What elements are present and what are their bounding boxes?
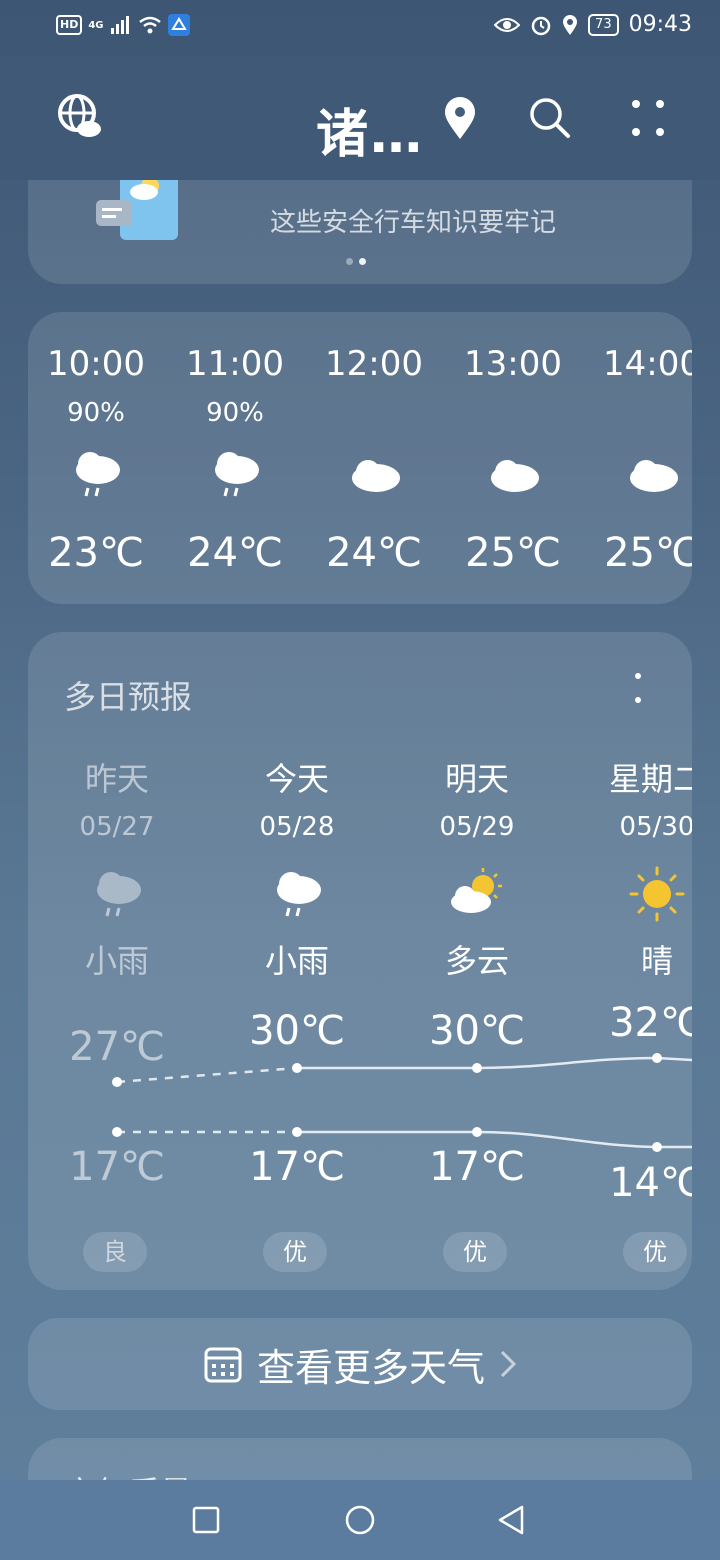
phone-tip-illustration [96,172,204,240]
day-condition: 晴 [640,942,673,980]
chevron-right-icon [500,1350,517,1378]
wifi-icon [138,16,161,34]
hourly-time: 10:00 [47,344,145,384]
clock: 09:43 [628,12,692,37]
rain-cloud-icon [277,872,321,917]
carousel-dot-active [359,258,366,265]
day-high-temp: 27℃ [69,1024,165,1070]
status-left: HD 4G [56,14,190,36]
eye-icon [494,17,521,32]
location-icon [563,14,578,35]
more-weather-label: 查看更多天气 [256,1345,485,1390]
rain-cloud-icon [97,872,141,917]
hourly-precip: 90% [67,398,125,428]
day-low-temp: 17℃ [69,1144,165,1190]
hourly-temp: 25℃ [465,530,561,576]
back-icon[interactable] [496,1504,526,1536]
aqi-badge: 优 [443,1232,507,1272]
location-pin-icon[interactable] [440,96,480,142]
app-header: 诸… [0,70,720,180]
partly-cloudy-icon [451,868,502,913]
multi-day-forecast-card[interactable]: 多日预报 昨天 05/27 小雨 27℃ 17℃ 良 今天 05/28 小雨 3… [28,632,692,1290]
hourly-forecast-card[interactable]: 10:00 90% 23℃ 11:00 90% 24℃ 12:00 24℃ 13… [28,312,692,604]
cloud-icon [352,460,400,492]
calendar-icon [204,1347,242,1383]
day-date: 05/27 [79,812,155,842]
system-navigation-bar [0,1480,720,1560]
day-date: 05/28 [259,812,335,842]
carousel-dot [346,258,353,265]
hourly-temp: 23℃ [48,530,144,576]
day-name: 明天 [444,760,509,798]
more-menu-icon[interactable] [626,96,670,140]
day-date: 05/29 [439,812,515,842]
rain-cloud-icon [76,452,120,497]
day-name: 昨天 [84,760,149,798]
signal-icon [110,16,129,34]
hd-badge: HD [56,15,83,35]
hourly-temp: 25℃ [604,530,692,576]
recent-apps-icon[interactable] [192,1506,220,1534]
hourly-time: 14:00 [603,344,692,384]
day-high-temp: 30℃ [429,1008,525,1054]
aqi-badge: 良 [83,1232,147,1272]
day-high-temp: 32℃ [609,1000,692,1046]
day-condition: 多云 [444,942,509,980]
rain-cloud-icon [215,452,259,497]
carousel-dots [346,258,366,265]
battery-indicator: 73 [588,13,619,36]
aqi-badge: 优 [623,1232,687,1272]
day-condition: 小雨 [84,942,149,980]
hourly-precip: 90% [206,398,264,428]
banner-subtitle[interactable]: 这些安全行车知识要牢记 [270,202,556,239]
home-icon[interactable] [344,1504,376,1536]
network-label: 4G [88,19,104,31]
day-name: 星期二 [608,760,692,798]
day-name: 今天 [264,760,329,798]
day-date: 05/30 [619,812,692,842]
hourly-time: 13:00 [464,344,562,384]
air-quality-title: 空气质量 [64,1468,192,1480]
day-condition: 小雨 [264,942,329,980]
status-right: 73 09:43 [494,12,692,37]
status-bar: HD 4G 73 09:43 [0,0,720,56]
hourly-temp: 24℃ [326,530,422,576]
sun-icon [629,866,685,922]
city-title[interactable]: 诸… [316,92,424,167]
day-low-temp: 17℃ [249,1144,345,1190]
aqi-badge: 优 [263,1232,327,1272]
hourly-time: 11:00 [186,344,284,384]
day-low-temp: 14℃ [609,1160,692,1206]
more-weather-button[interactable]: 查看更多天气 [28,1318,692,1410]
city-manage-icon[interactable] [56,92,104,140]
cloud-icon [630,460,678,492]
search-icon[interactable] [526,94,574,142]
day-low-temp: 17℃ [429,1144,525,1190]
alarm-icon [531,16,551,35]
hourly-time: 12:00 [325,344,423,384]
day-high-temp: 30℃ [249,1008,345,1054]
hourly-temp: 24℃ [187,530,283,576]
cloud-icon [491,460,539,492]
app-notification-icon [167,14,190,36]
